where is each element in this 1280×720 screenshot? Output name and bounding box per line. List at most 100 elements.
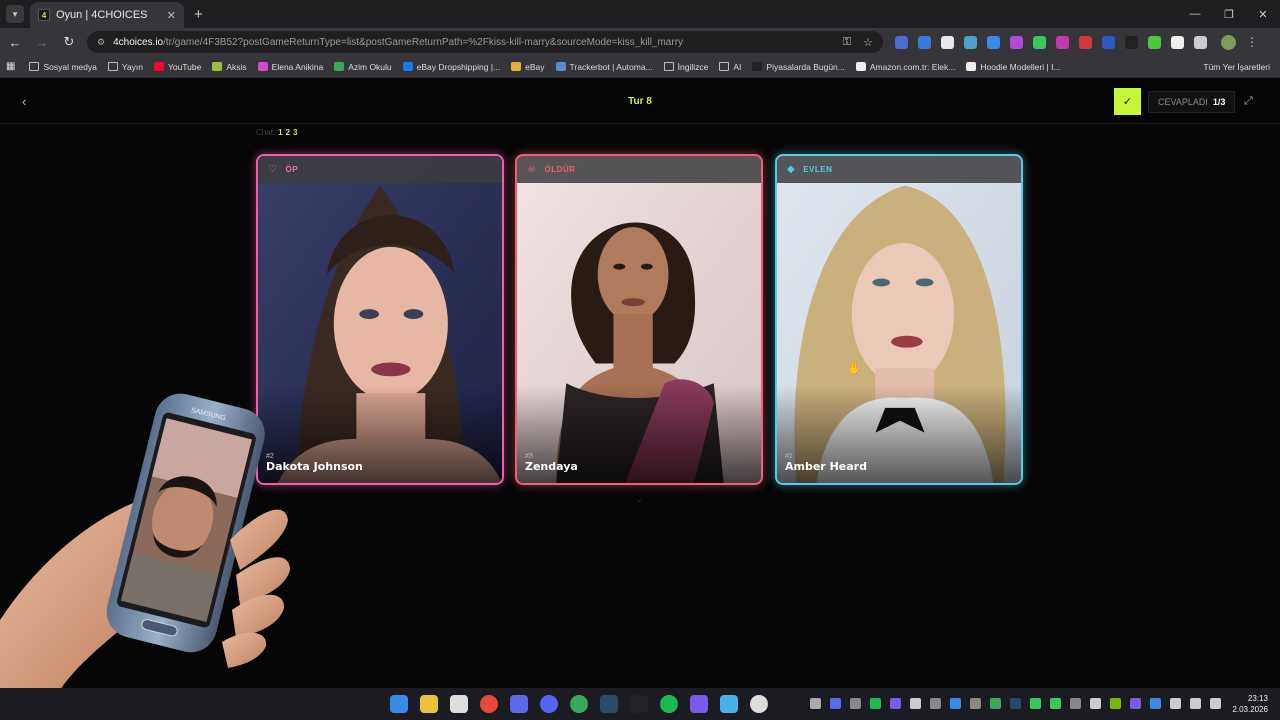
all-bookmarks-folder[interactable]: Tüm Yer İşaretleri [1189, 62, 1270, 72]
extensions-puzzle-icon[interactable] [1194, 35, 1207, 49]
tray-icon[interactable] [870, 698, 881, 709]
steam-icon[interactable] [600, 695, 618, 713]
address-bar[interactable]: ⚙ 4choices.io /tr/game/4F3B52?postGameRe… [87, 31, 883, 53]
folder-icon [719, 62, 730, 71]
tray-icon[interactable] [1010, 698, 1021, 709]
choice-label-bar: ♡ ÖP [258, 156, 502, 183]
bookmark-star-icon[interactable]: ☆ [863, 36, 873, 49]
chat-number[interactable]: 1 [278, 128, 282, 137]
bookmark-label: Amazon.com.tr: Elek... [869, 61, 956, 72]
fullscreen-icon[interactable]: ⤢ [1244, 95, 1253, 108]
chat-number[interactable]: 2 [286, 128, 290, 137]
extension-icon[interactable] [1171, 35, 1184, 49]
confirm-check-button[interactable]: ✓ [1114, 88, 1141, 115]
extension-icon[interactable] [1148, 35, 1161, 49]
bluetooth-icon[interactable] [950, 698, 961, 709]
tray-icon[interactable] [830, 698, 841, 709]
bookmark-item[interactable]: İngilizce [663, 62, 708, 72]
all-bookmarks-label: Tüm Yer İşaretleri [1203, 61, 1270, 72]
extension-icon[interactable] [987, 35, 1000, 49]
bookmark-item[interactable]: Elena Anikina [257, 62, 323, 72]
tray-icon[interactable] [1090, 698, 1101, 709]
app-icon[interactable] [720, 695, 738, 713]
chrome-icon[interactable] [480, 695, 498, 713]
tray-icon[interactable] [910, 698, 921, 709]
choice-card-kill[interactable]: ☠ ÖLDÜR #3 Zendaya [515, 154, 763, 485]
bookmark-label: Trackerbot | Automa... [569, 61, 653, 72]
tray-icon[interactable] [850, 698, 861, 709]
site-info-icon[interactable]: ⚙ [97, 37, 105, 48]
tray-icon[interactable] [1030, 698, 1041, 709]
reload-icon[interactable]: ↻ [57, 34, 81, 50]
discord-icon[interactable] [540, 695, 558, 713]
extension-icon[interactable] [1033, 35, 1046, 49]
network-icon[interactable] [1190, 698, 1201, 709]
profile-avatar[interactable] [1221, 34, 1236, 50]
chat-line: Chat: 1 2 3 [256, 128, 297, 137]
bookmarks-bar: ▦ Sosyal medya Yayın YouTube Aksis Elena Ani… [0, 56, 1280, 78]
tray-icon[interactable] [1070, 698, 1081, 709]
tray-icon[interactable] [890, 698, 901, 709]
bookmark-item[interactable]: Azim Okulu [334, 62, 392, 72]
bookmark-label: Yayın [121, 61, 143, 72]
app-icon[interactable] [510, 695, 528, 713]
browser-menu-icon[interactable]: ⋮ [1246, 35, 1258, 49]
bookmark-item[interactable]: Amazon.com.tr: Elek... [855, 61, 956, 72]
choice-card-marry[interactable]: ◆ EVLEN #1 Amber Heard ✋ [775, 154, 1023, 485]
extension-icon[interactable] [1125, 35, 1138, 49]
forward-icon[interactable]: → [30, 35, 54, 50]
tab-close-icon[interactable]: ✕ [167, 9, 176, 22]
tray-icon[interactable] [1150, 698, 1161, 709]
bookmark-item[interactable]: Trackerbot | Automa... [555, 61, 653, 72]
extension-icon[interactable] [1010, 35, 1023, 49]
back-icon[interactable]: ← [3, 35, 27, 50]
obs-icon[interactable] [750, 695, 768, 713]
apps-grid-icon[interactable]: ▦ [6, 61, 15, 72]
tray-icon[interactable] [1050, 698, 1061, 709]
spotify-icon[interactable] [660, 695, 678, 713]
bookmark-item[interactable]: eBay Dropshipping |... [402, 62, 500, 72]
extension-icon[interactable] [895, 35, 908, 49]
restore-icon[interactable]: ❐ [1212, 0, 1246, 28]
bookmark-item[interactable]: AI [719, 62, 741, 72]
choice-label: EVLEN [803, 165, 833, 174]
extension-icon[interactable] [941, 35, 954, 49]
bookmark-item[interactable]: eBay [511, 62, 545, 72]
app-icon[interactable] [630, 695, 648, 713]
chat-number[interactable]: 3 [293, 128, 297, 137]
browser-tab-active[interactable]: 4 Oyun | 4CHOICES ✕ [30, 2, 184, 28]
extension-icon[interactable] [918, 35, 931, 49]
tray-icon[interactable] [810, 698, 821, 709]
extension-icon[interactable] [964, 35, 977, 49]
extension-icon[interactable] [1056, 35, 1069, 49]
bookmark-item[interactable]: Yayın [107, 61, 143, 72]
nvidia-icon[interactable] [1110, 698, 1121, 709]
tab-title: Oyun | 4CHOICES [56, 9, 148, 21]
windows-start-icon[interactable] [390, 695, 408, 713]
app-icon[interactable] [690, 695, 708, 713]
extension-icon[interactable] [1079, 35, 1092, 49]
bookmark-item[interactable]: Sosyal medya [29, 62, 97, 72]
store-icon[interactable] [450, 695, 468, 713]
tab-search-button[interactable]: ▾ [6, 5, 24, 23]
bookmark-item[interactable]: YouTube [153, 62, 201, 72]
microphone-icon[interactable] [1170, 698, 1181, 709]
tray-icon[interactable] [970, 698, 981, 709]
tray-icon[interactable] [1130, 698, 1141, 709]
bookmark-item[interactable]: Piyasalarda Bugün... [752, 62, 845, 72]
tray-icon[interactable] [930, 698, 941, 709]
minimize-icon[interactable]: — [1178, 0, 1212, 28]
bookmark-item[interactable]: Hoodie Modelleri | I... [966, 62, 1061, 72]
volume-icon[interactable] [1210, 698, 1221, 709]
password-key-icon[interactable]: ⚿ [843, 36, 851, 49]
close-window-icon[interactable]: ✕ [1246, 0, 1280, 28]
tray-icon[interactable] [990, 698, 1001, 709]
xbox-icon[interactable] [570, 695, 588, 713]
extension-icon[interactable] [1102, 35, 1115, 49]
file-explorer-icon[interactable] [420, 695, 438, 713]
new-tab-button[interactable]: + [194, 6, 203, 23]
heart-icon: ♡ [268, 164, 278, 175]
system-clock[interactable]: 23:13 2.03.2026 [1232, 693, 1268, 715]
choice-card-kiss[interactable]: ♡ ÖP #2 Dakota Johnson [256, 154, 504, 485]
bookmark-item[interactable]: Aksis [212, 62, 247, 72]
